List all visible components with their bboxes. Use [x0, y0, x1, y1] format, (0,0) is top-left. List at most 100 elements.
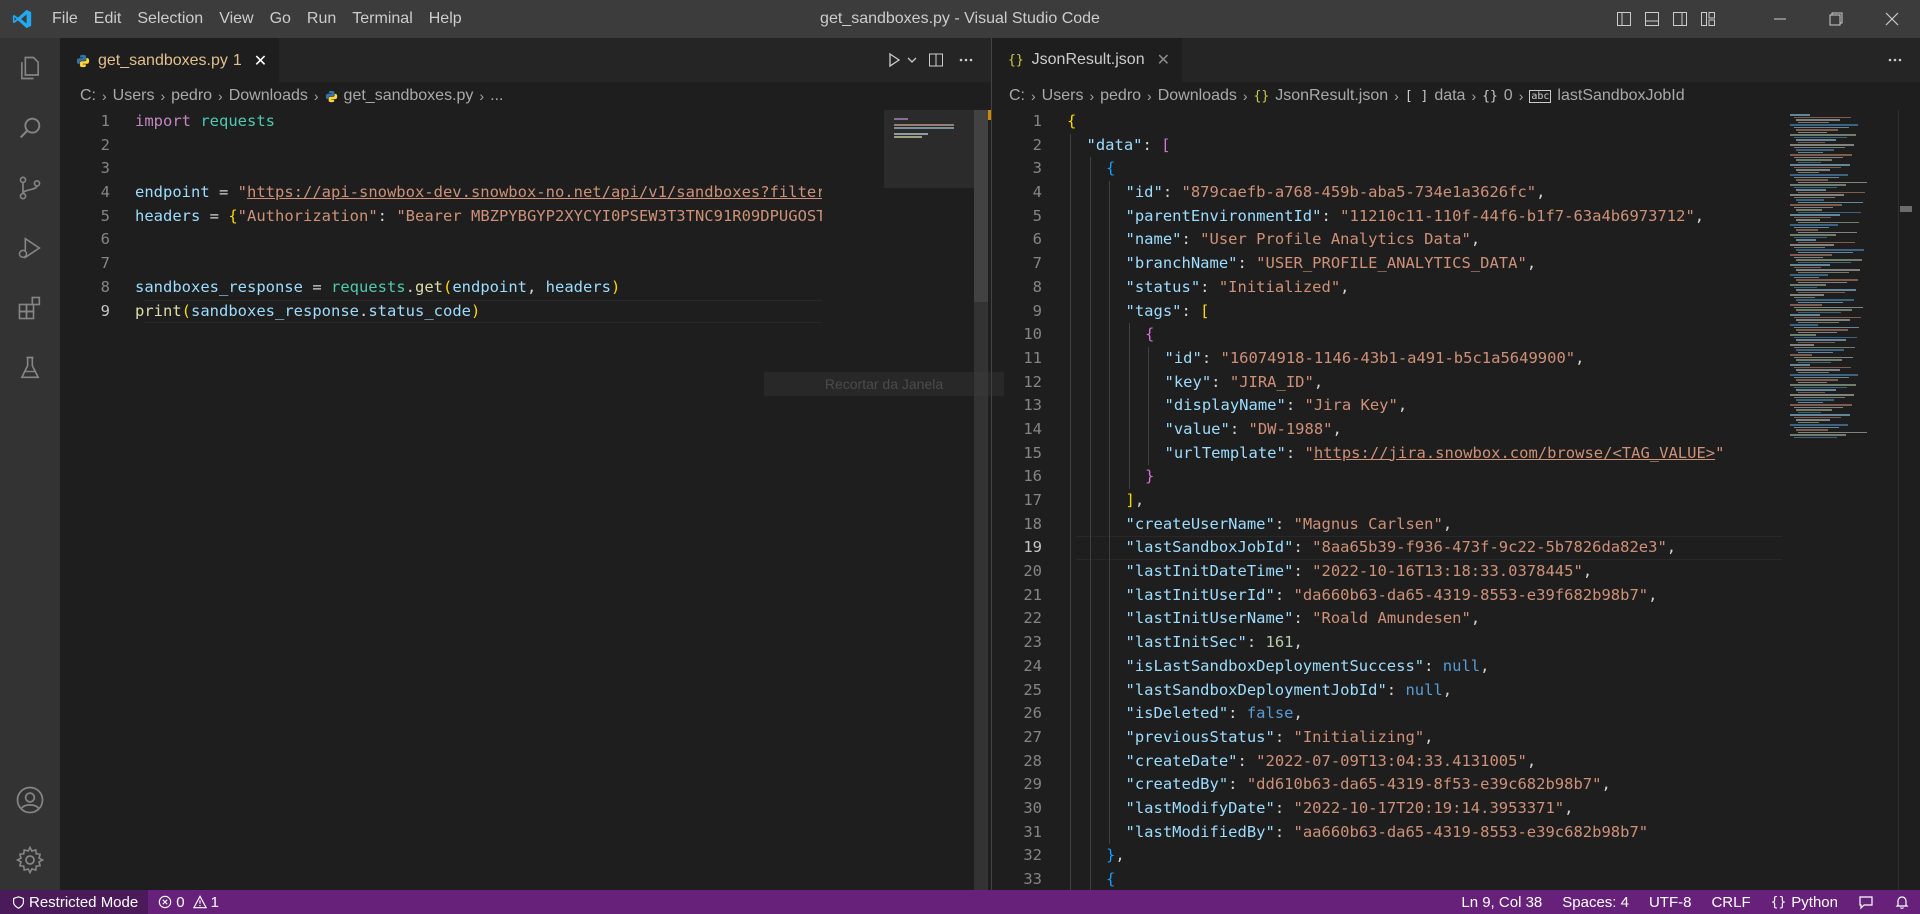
breadcrumb-item[interactable]: pedro: [171, 87, 212, 105]
breadcrumb-item[interactable]: C:: [1009, 87, 1025, 105]
close-tab-icon[interactable]: ✕: [1157, 50, 1170, 70]
language-mode[interactable]: {} Python: [1761, 890, 1848, 914]
accounts-icon[interactable]: [0, 770, 60, 830]
indent-guide: [1089, 536, 1091, 561]
tab-get-sandboxes[interactable]: get_sandboxes.py 1 ✕: [60, 38, 280, 82]
breadcrumb-item[interactable]: Downloads: [229, 87, 308, 105]
minimap-line: [1796, 279, 1858, 281]
breadcrumb-item[interactable]: data: [1434, 87, 1465, 105]
restore-icon[interactable]: [1808, 0, 1864, 38]
breadcrumb-item[interactable]: Users: [1042, 87, 1084, 105]
breadcrumb-item[interactable]: Downloads: [1158, 87, 1237, 105]
close-tab-icon[interactable]: ✕: [254, 51, 267, 71]
end-of-line[interactable]: CRLF: [1701, 890, 1760, 914]
code-line: 7: [60, 252, 822, 276]
extensions-icon[interactable]: [0, 278, 60, 338]
minimap-line: [1798, 411, 1821, 413]
json-line: 21 "lastInitUserId": "da660b63-da65-4319-…: [992, 583, 1782, 608]
code-editor-right[interactable]: 1{2 "data": [3{4 "id": "879caefb-a768-459b…: [992, 110, 1782, 890]
chevron-down-icon[interactable]: [905, 47, 919, 73]
indent-guide: [1070, 323, 1071, 347]
line-number: 5: [1032, 206, 1042, 225]
minimap-line: [1790, 324, 1818, 326]
scrollbar-track[interactable]: [1898, 110, 1912, 890]
code-line: 5 headers = {"Authorization": "Bearer MBZ…: [60, 205, 822, 229]
vscode-logo-icon[interactable]: [0, 0, 44, 38]
notifications-bell-icon[interactable]: [1884, 890, 1920, 914]
explorer-icon[interactable]: [0, 38, 60, 98]
customize-layout-icon[interactable]: [1694, 0, 1722, 38]
close-window-icon[interactable]: [1864, 0, 1920, 38]
json-line: 5 "parentEnvironmentId": "11210c11-110f-4…: [992, 204, 1782, 229]
breadcrumb-item[interactable]: ...: [490, 87, 503, 105]
more-actions-icon[interactable]: [1882, 47, 1908, 73]
testing-flask-icon[interactable]: [0, 338, 60, 398]
indent-guide: [1128, 346, 1130, 371]
scrollbar-thumb[interactable]: [974, 110, 988, 302]
minimap-line: [1798, 181, 1867, 183]
breadcrumb-item[interactable]: C:: [80, 87, 96, 105]
title-bar: File Edit Selection View Go Run Terminal…: [0, 0, 1920, 38]
breadcrumb-item[interactable]: Users: [113, 87, 155, 105]
indentation[interactable]: Spaces: 4: [1552, 890, 1639, 914]
minimap[interactable]: [1788, 110, 1898, 890]
minimap-line: [1796, 139, 1836, 141]
problems-indicator[interactable]: 0 1: [148, 894, 229, 911]
source-control-icon[interactable]: [0, 158, 60, 218]
restricted-mode-indicator[interactable]: Restricted Mode: [0, 890, 149, 914]
indent-guide: [1148, 441, 1149, 466]
chevron-right-icon: ›: [218, 88, 223, 104]
minimap-line: [1790, 344, 1814, 346]
endpoint-url-link[interactable]: https://api-snowbox-dev.snowbox-no.net/a…: [247, 183, 822, 201]
minimap-line: [1790, 434, 1846, 436]
minimize-icon[interactable]: [1752, 0, 1808, 38]
feedback-icon[interactable]: [1848, 890, 1884, 914]
minimap-line: [1794, 136, 1847, 138]
line-number: 9: [100, 301, 110, 320]
indent-guide: [1089, 252, 1091, 276]
menu-go[interactable]: Go: [262, 0, 299, 38]
menu-terminal[interactable]: Terminal: [344, 0, 420, 38]
indent-guide: [1109, 631, 1110, 655]
menu-view[interactable]: View: [211, 0, 261, 38]
minimap[interactable]: [884, 110, 974, 188]
breadcrumb-item[interactable]: JsonResult.json: [1275, 87, 1388, 105]
indent-guide: [1070, 299, 1071, 324]
minimap-line: [1790, 184, 1846, 186]
menu-file[interactable]: File: [44, 0, 86, 38]
menu-edit[interactable]: Edit: [86, 0, 130, 38]
code-editor-left[interactable]: 1 import requests 2 3 4 endpoint = "https:…: [60, 110, 822, 324]
split-editor-icon[interactable]: [923, 47, 949, 73]
breadcrumb-item[interactable]: lastSandboxJobId: [1557, 87, 1684, 105]
cursor-position[interactable]: Ln 9, Col 38: [1451, 890, 1552, 914]
indent-guide: [1089, 844, 1091, 868]
json-value[interactable]: https://jira.snowbox.com/browse/<TAG_VAL…: [1314, 444, 1715, 462]
run-debug-icon[interactable]: [0, 218, 60, 278]
line-number: 2: [100, 135, 110, 154]
encoding[interactable]: UTF-8: [1639, 890, 1702, 914]
search-icon[interactable]: [0, 98, 60, 158]
run-python-file-icon[interactable]: [881, 47, 907, 73]
breadcrumb-item[interactable]: get_sandboxes.py: [344, 87, 474, 105]
indent-guide: [1128, 465, 1130, 489]
indent-guide: [1109, 536, 1110, 561]
menu-help[interactable]: Help: [421, 0, 470, 38]
breadcrumb-item[interactable]: 0: [1504, 87, 1513, 105]
breadcrumb-item[interactable]: pedro: [1100, 87, 1141, 105]
indent-guide: [1109, 678, 1110, 703]
line-number: 8: [1032, 277, 1042, 296]
settings-gear-icon[interactable]: [0, 830, 60, 890]
toggle-panel-icon[interactable]: [1638, 0, 1666, 38]
more-actions-icon[interactable]: [953, 47, 979, 73]
toggle-secondary-sidebar-icon[interactable]: [1666, 0, 1694, 38]
indent-guide: [1109, 749, 1110, 774]
json-line: 30 "lastModifyDate": "2022-10-17T20:19:14…: [992, 796, 1782, 821]
line-number: 27: [1023, 727, 1042, 746]
indent-guide: [1070, 796, 1071, 821]
json-line: 11 "id": "16074918-1146-43b1-a491-b5c1a56…: [992, 346, 1782, 371]
toggle-sidebar-icon[interactable]: [1610, 0, 1638, 38]
menu-run[interactable]: Run: [299, 0, 344, 38]
minimap-line: [1798, 211, 1861, 213]
tab-jsonresult[interactable]: {} JsonResult.json ✕: [992, 38, 1183, 82]
menu-selection[interactable]: Selection: [129, 0, 211, 38]
